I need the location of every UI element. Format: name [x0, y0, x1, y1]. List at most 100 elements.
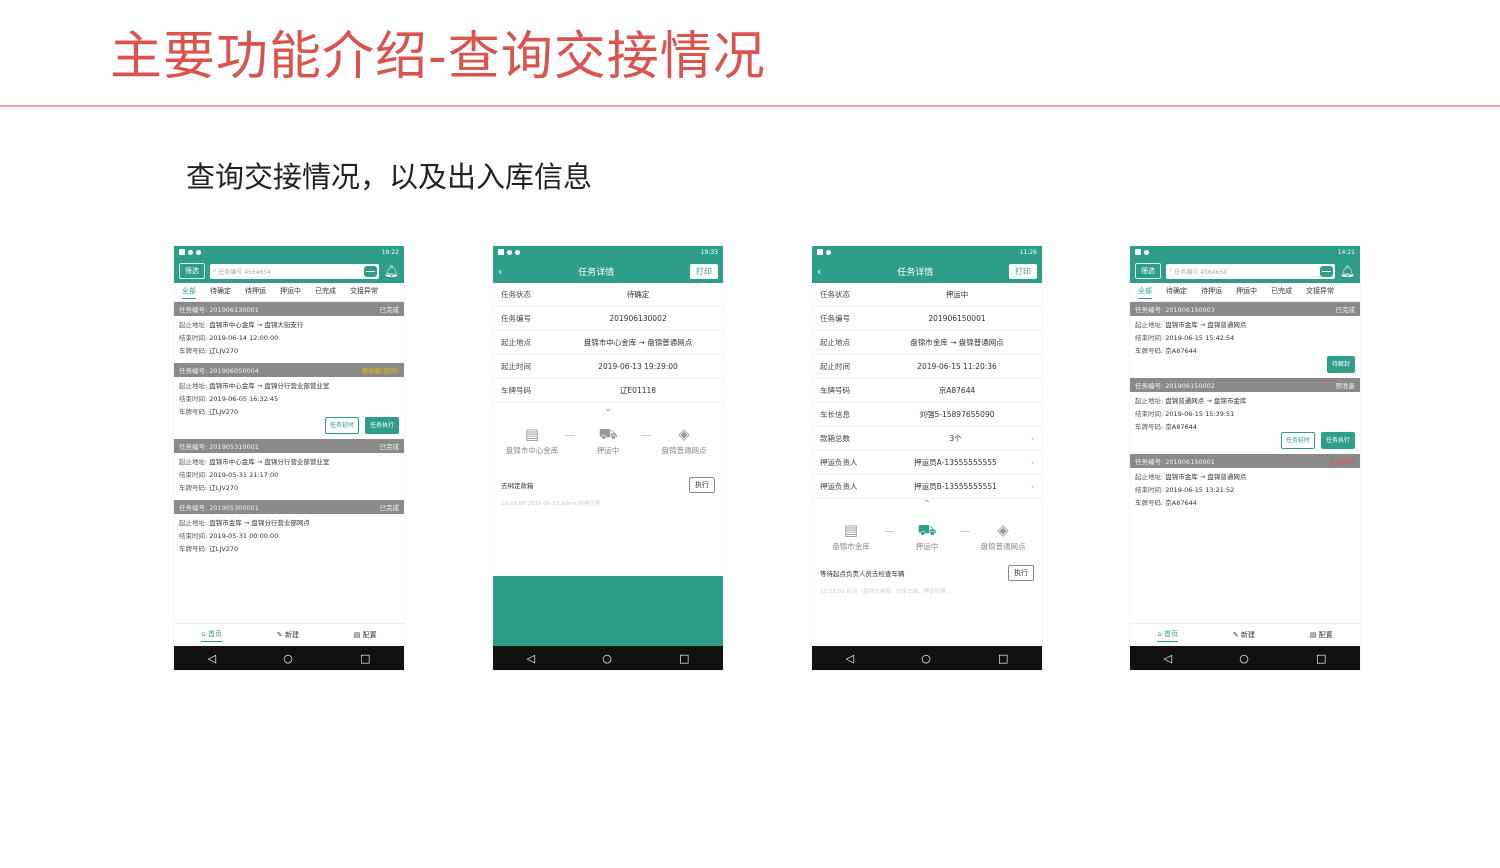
- home-nav-icon[interactable]: ○: [602, 652, 612, 665]
- filter-button[interactable]: 筛选: [1135, 263, 1161, 279]
- back-nav-icon[interactable]: ◁: [527, 652, 535, 665]
- nav-home[interactable]: ⌂ 首页: [201, 629, 223, 642]
- task-card[interactable]: 任务编号: 201906150003 已完成 起止地址: 盘锦市金库 → 盘锦普通…: [1130, 302, 1360, 378]
- warehouse-icon: ▤: [843, 521, 859, 539]
- recents-nav-icon[interactable]: □: [679, 652, 689, 665]
- expand-chevron-icon[interactable]: ⌄: [493, 403, 723, 419]
- nav-config[interactable]: ▤ 配置: [1310, 630, 1333, 640]
- step-destination: ◈ 盘锦普通网点: [970, 521, 1036, 552]
- step-label: 盘锦市中心金库: [505, 446, 559, 455]
- tab-exception[interactable]: 交接异常: [350, 286, 378, 298]
- tab-pending-escort[interactable]: 待押运: [245, 286, 266, 298]
- address-label: 起止地址:: [179, 321, 208, 329]
- log-entry: 11:21:01 起点（盘锦市金库）交接车辆，押运师傅...: [820, 589, 951, 595]
- action-label: 等待起点负责人员去检查车辆: [820, 570, 905, 578]
- row-value: 2019-06-13 19:29:00: [598, 362, 678, 371]
- scan-icon[interactable]: [1319, 265, 1333, 277]
- search-input[interactable]: ⌕ 任务编号 4564654: [210, 263, 379, 279]
- nav-config[interactable]: ▤ 配置: [354, 630, 377, 640]
- status-bar: 19:22: [174, 246, 404, 259]
- tab-pending-confirm[interactable]: 待确定: [210, 286, 231, 298]
- bell-icon[interactable]: 🔔︎: [1340, 264, 1355, 278]
- android-nav-bar: ◁ ○ □: [812, 646, 1042, 670]
- task-card[interactable]: 任务编号: 201906130001 已完成 起止地址: 盘锦市中心金库 → 盘锦…: [174, 302, 404, 363]
- detail-row: 起止时间 2019-06-15 11:20:36: [812, 355, 1042, 379]
- detail-row: 起止地点 盘锦市中心金库 → 盘锦普通网点: [493, 331, 723, 355]
- home-nav-icon[interactable]: ○: [283, 652, 293, 665]
- recents-nav-icon[interactable]: □: [360, 652, 370, 665]
- back-nav-icon[interactable]: ◁: [1164, 652, 1172, 665]
- plate-label: 车牌号码:: [1135, 499, 1164, 507]
- tab-exception[interactable]: 交接异常: [1306, 286, 1334, 298]
- print-button[interactable]: 打印: [690, 263, 718, 279]
- task-status: 已完成: [379, 504, 400, 512]
- task-number: 任务编号: 201906150002: [1135, 382, 1215, 390]
- row-value: 押运员B-13555555551: [914, 482, 997, 491]
- plate-number: 辽LJV270: [209, 347, 239, 355]
- task-status: 已完成: [379, 306, 400, 314]
- row-value: 押运中: [945, 290, 969, 299]
- detail-row-escort-a[interactable]: 押运负责人 押运员A-13555555555 ›: [812, 451, 1042, 475]
- back-nav-icon[interactable]: ◁: [846, 652, 854, 665]
- detail-row: 车长信息 刘强5-15897655090: [812, 403, 1042, 427]
- tab-completed[interactable]: 已完成: [315, 286, 336, 298]
- row-value: 待确定: [626, 290, 650, 299]
- row-value: 辽E01118: [619, 386, 657, 395]
- tab-escorting[interactable]: 押运中: [1236, 286, 1257, 298]
- bell-icon[interactable]: 🔔︎: [384, 264, 399, 278]
- edit-icon: ✎: [276, 631, 283, 639]
- row-label: 任务状态: [501, 290, 531, 299]
- nav-home[interactable]: ⌂ 首页: [1157, 629, 1179, 642]
- plate-label: 车牌号码:: [1135, 423, 1164, 431]
- nav-new[interactable]: ✎ 新建: [277, 630, 299, 640]
- detail-row-boxes[interactable]: 款箱总数 3个 ›: [812, 427, 1042, 451]
- tab-completed[interactable]: 已完成: [1271, 286, 1292, 298]
- collapse-chevron-icon[interactable]: ⌃: [812, 499, 1042, 515]
- pending-unseal-button[interactable]: 待解封: [1326, 356, 1355, 373]
- detail-row-escort-b[interactable]: 押运负责人 押运员B-13555555551 ›: [812, 475, 1042, 499]
- execute-task-button[interactable]: 任务执行: [1320, 432, 1355, 449]
- step-label: 押运中: [915, 542, 939, 551]
- task-card[interactable]: 任务编号: 201906150002 预准备 起止地址: 盘锦普通网点 → 盘锦市…: [1130, 378, 1360, 454]
- step-destination: ◈ 盘锦普通网点: [651, 425, 717, 456]
- home-nav-icon[interactable]: ○: [1239, 652, 1249, 665]
- execute-task-button[interactable]: 任务执行: [364, 417, 399, 434]
- row-label: 车长信息: [820, 410, 850, 419]
- delay-task-button[interactable]: 任务延时: [324, 417, 359, 434]
- row-label: 起止地点: [820, 338, 850, 347]
- recents-nav-icon[interactable]: □: [1316, 652, 1326, 665]
- home-nav-icon[interactable]: ○: [921, 652, 931, 665]
- page-title: 任务详情: [578, 267, 615, 278]
- task-card[interactable]: 任务编号: 201906050004 预准备(超时) 起止地址: 盘锦市中心金库 …: [174, 363, 404, 439]
- task-number: 任务编号: 201905310001: [179, 443, 259, 451]
- filter-button[interactable]: 筛选: [179, 263, 205, 279]
- task-card[interactable]: 任务编号: 201905300001 已完成 起止地址: 盘锦市金库 → 盘锦分行…: [174, 500, 404, 561]
- detail-row: 任务编号 201906130002: [493, 307, 723, 331]
- print-button[interactable]: 打印: [1009, 263, 1037, 279]
- nav-new[interactable]: ✎ 新建: [1233, 630, 1255, 640]
- execute-button[interactable]: 执行: [689, 477, 715, 493]
- search-input[interactable]: ⌕ 任务编号 4564654: [1166, 263, 1335, 279]
- task-card[interactable]: 任务编号: 201905310001 已完成 起止地址: 盘锦市中心金库 → 盘锦…: [174, 439, 404, 500]
- plate-label: 车牌号码:: [179, 347, 208, 355]
- delay-task-button[interactable]: 任务延时: [1280, 432, 1315, 449]
- plate-number: 京A87644: [1165, 423, 1197, 431]
- end-time-label: 结束时间:: [179, 471, 208, 479]
- tab-pending-confirm[interactable]: 待确定: [1166, 286, 1187, 298]
- tab-all[interactable]: 全部: [1138, 286, 1152, 299]
- row-label: 任务编号: [820, 314, 850, 323]
- recents-nav-icon[interactable]: □: [998, 652, 1008, 665]
- tab-escorting[interactable]: 押运中: [280, 286, 301, 298]
- end-time: 2019-06-15 15:42:54: [1165, 334, 1235, 342]
- row-label: 任务编号: [501, 314, 531, 323]
- chevron-right-icon: ›: [1031, 434, 1034, 443]
- tab-all[interactable]: 全部: [182, 286, 196, 299]
- task-card[interactable]: 任务编号: 201906150001 交接异常 起止地址: 盘锦市金库 → 盘锦普…: [1130, 454, 1360, 515]
- row-label: 起止时间: [820, 362, 850, 371]
- row-label: 款箱总数: [820, 434, 850, 443]
- execute-button[interactable]: 执行: [1008, 565, 1034, 581]
- step-transit: ⛟ 押运中: [575, 425, 641, 456]
- tab-pending-escort[interactable]: 待押运: [1201, 286, 1222, 298]
- back-nav-icon[interactable]: ◁: [208, 652, 216, 665]
- scan-icon[interactable]: [363, 265, 377, 277]
